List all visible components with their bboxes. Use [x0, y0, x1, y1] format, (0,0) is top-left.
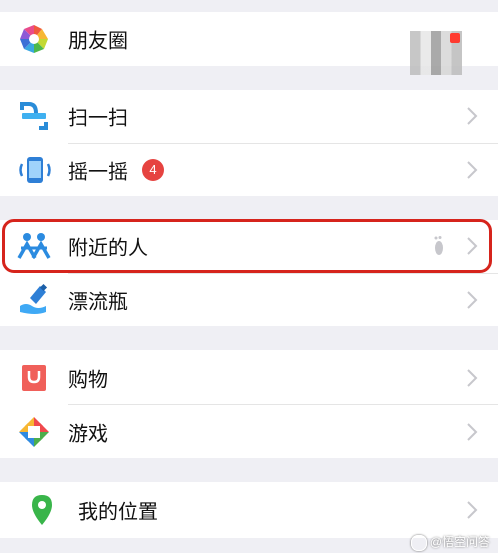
chevron-right-icon — [467, 369, 478, 387]
watermark-text: @悟空问答 — [429, 535, 490, 550]
menu-item-my-location[interactable]: 我的位置 — [0, 484, 498, 536]
footprint-icon — [434, 236, 443, 255]
watermark: @悟空问答 — [410, 533, 490, 551]
chevron-right-icon — [467, 291, 478, 309]
watermark-logo-icon — [410, 535, 427, 551]
drift-bottle-icon — [20, 283, 48, 314]
menu-item-label: 摇一摇 — [68, 159, 128, 184]
menu-item-label: 我的位置 — [78, 499, 158, 524]
menu-item-people-nearby[interactable]: 附近的人 — [0, 220, 498, 272]
chevron-right-icon — [467, 237, 478, 255]
shopping-icon — [22, 365, 46, 391]
new-post-dot — [450, 33, 460, 43]
group-location: 我的位置 — [0, 482, 498, 538]
moments-icon — [20, 25, 48, 53]
menu-item-shopping[interactable]: 购物 — [0, 352, 498, 404]
games-icon — [19, 417, 49, 447]
menu-item-label: 购物 — [68, 367, 108, 392]
menu-item-label: 朋友圈 — [68, 28, 128, 53]
chevron-right-icon — [467, 423, 478, 441]
menu-item-scan[interactable]: 扫一扫 — [0, 90, 498, 142]
menu-item-label: 扫一扫 — [68, 105, 128, 130]
chevron-right-icon — [467, 501, 478, 519]
menu-item-label: 漂流瓶 — [68, 289, 128, 314]
divider — [68, 404, 498, 405]
people-nearby-icon — [17, 233, 51, 259]
menu-item-label: 游戏 — [68, 421, 108, 446]
group-shopping-games: 购物 游戏 — [0, 350, 498, 458]
group-nearby-bottle: 附近的人 漂流瓶 — [0, 220, 498, 326]
menu-item-drift-bottle[interactable]: 漂流瓶 — [0, 274, 498, 326]
shake-icon — [19, 157, 51, 183]
location-icon — [32, 495, 52, 525]
chevron-right-icon — [467, 161, 478, 179]
scan-icon — [20, 102, 48, 130]
group-scan-shake: 扫一扫 摇一摇 4 — [0, 90, 498, 196]
notification-badge: 4 — [142, 159, 164, 181]
menu-item-moments[interactable]: 朋友圈 — [0, 13, 498, 75]
menu-item-label: 附近的人 — [68, 235, 148, 260]
chevron-right-icon — [467, 107, 478, 125]
group-moments: 朋友圈 — [0, 12, 498, 75]
menu-item-games[interactable]: 游戏 — [0, 406, 498, 458]
menu-item-shake[interactable]: 摇一摇 4 — [0, 144, 498, 196]
